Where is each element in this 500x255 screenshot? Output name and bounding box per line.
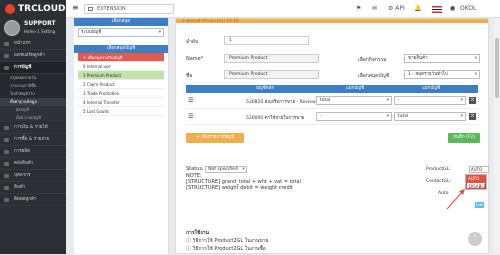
- alert-icon[interactable]: ⚑: [356, 4, 361, 14]
- notes-header: การใช้งาน: [186, 230, 210, 236]
- profile-links[interactable]: Home 1 Setting: [24, 29, 66, 34]
- sidebar-item-hr[interactable]: บุคลากร: [0, 170, 66, 182]
- app-logo[interactable]: TRCLOUD: [0, 0, 66, 18]
- thai-flag-icon[interactable]: [432, 6, 442, 13]
- logo-text: TRCLOUD: [18, 4, 66, 14]
- page-scrollbar[interactable]: [494, 18, 500, 254]
- sidebar-item-label: สินค้า: [14, 185, 26, 190]
- sidebar-subitem-active[interactable]: ตั้งค่าฐานข้อมูล: [0, 98, 66, 106]
- scroll-top-button[interactable]: ⌃: [468, 232, 482, 246]
- extension-label: EXTENSION: [97, 6, 126, 12]
- annotation-arrow-icon: [446, 189, 465, 210]
- sidebar-nav: หน้าแรก แดชบอร์ดลูกค้า การบัญชี สรุปยอดร…: [0, 38, 66, 206]
- scrollbar-thumb[interactable]: [495, 38, 499, 98]
- sidebar-item-purchase[interactable]: การซื้อ & รายจ่าย: [0, 134, 66, 146]
- user-avatar-icon[interactable]: ●: [450, 4, 455, 14]
- inventory-icon: [4, 162, 9, 166]
- api-label: API: [395, 5, 405, 12]
- journal-item[interactable]: 0 Internal use: [78, 62, 164, 71]
- accounting-icon: [4, 66, 9, 70]
- panel-header: เลือกสมุด: [74, 18, 168, 26]
- sidebar-item-home[interactable]: หน้าแรก: [0, 38, 66, 50]
- api-button[interactable]: ⚙ API: [388, 4, 405, 14]
- sidebar-item-label: หน้าแรก: [14, 41, 31, 46]
- sidebar-item-accounting[interactable]: การบัญชี: [0, 62, 66, 74]
- sidebar-item-label: การซื้อ & รายจ่าย: [14, 137, 50, 142]
- hr-icon: [4, 174, 9, 178]
- contacts-icon: [4, 198, 9, 202]
- panel-header: เลือกสมุดบัญชี: [74, 45, 168, 53]
- avatar[interactable]: [4, 20, 20, 36]
- sidebar-item-production[interactable]: การผลิต: [0, 146, 66, 158]
- sidebar-item-label: บุคลากร: [14, 173, 31, 178]
- notes-link[interactable]: ⓘ วิธีการใช้ Product2GL ในงานซื้อ: [186, 245, 269, 253]
- finance-icon: [4, 126, 9, 130]
- sidebar: SUPPORT Home 1 Setting หน้าแรก แดชบอร์ดล…: [0, 18, 66, 254]
- sidebar-item-products[interactable]: สินค้า: [0, 182, 66, 194]
- sidebar-subitem[interactable]: สรุปยอดรายวัน: [0, 74, 66, 82]
- sidebar-subsubitem[interactable]: ผังบัญชี: [0, 106, 66, 114]
- purchase-icon: [4, 138, 9, 142]
- notes-link[interactable]: ⓘ วิธีการใช้ Product2GL ในงานขาย: [186, 237, 269, 245]
- sidebar-item-label: การบัญชี: [14, 65, 32, 70]
- sidebar-item-contacts[interactable]: ติดต่อลูกค้า: [0, 194, 66, 206]
- journal-item-selected[interactable]: 1 Premium Product: [78, 71, 164, 80]
- journal-item[interactable]: 2 Claim Product: [78, 80, 164, 89]
- home-icon: [4, 42, 9, 46]
- journal-form: ลำดับบัญชี (ProductGL) 16:45: ลำดับ 1 Na…: [175, 18, 489, 254]
- products-icon: [4, 186, 9, 190]
- sidebar-item-label: ติดต่อลูกค้า: [14, 197, 37, 202]
- add-journal-button[interactable]: + เพิ่มสมุดรายวันบัญชี: [78, 53, 164, 62]
- sidebar-item-dashboard[interactable]: แดชบอร์ดลูกค้า: [0, 50, 66, 62]
- edit-button[interactable]: Edit: [475, 202, 484, 208]
- dashboard-icon: [4, 54, 9, 58]
- journal-item[interactable]: 5 Lost Goods: [78, 107, 164, 116]
- logo-icon: [5, 4, 15, 14]
- sidebar-subitem[interactable]: ใบสำคัญทั่วไป: [0, 90, 66, 98]
- profile-block: SUPPORT Home 1 Setting: [0, 18, 66, 38]
- sidebar-item-finance[interactable]: การเงิน & รายได้: [0, 122, 66, 134]
- usage-notes: การใช้งาน ⓘ วิธีการใช้ Product2GL ในงานข…: [186, 229, 269, 253]
- extension-button[interactable]: EXTENSION: [84, 4, 174, 14]
- user-name[interactable]: OKOL: [460, 4, 476, 14]
- sidebar-item-label: การเงิน & รายได้: [14, 125, 48, 130]
- mail-icon[interactable]: ✉: [372, 4, 377, 14]
- sidebar-item-label: คลังสินค้า: [14, 161, 34, 166]
- journal-item[interactable]: 4 Internal Transfer: [78, 98, 164, 107]
- extension-icon: [88, 7, 93, 11]
- journal-panel: เลือกสมุด ระบบบัญชี เลือกสมุดบัญชี + เพิ…: [74, 18, 169, 254]
- sidebar-item-label: การผลิต: [14, 149, 30, 154]
- production-icon: [4, 150, 9, 154]
- hamburger-menu-icon[interactable]: ≡: [72, 4, 79, 12]
- sidebar-subsubitem[interactable]: ตั้งค่างวดบัญชี: [0, 114, 66, 122]
- sidebar-item-label: แดชบอร์ดลูกค้า: [14, 53, 45, 58]
- sidebar-item-inventory[interactable]: คลังสินค้า: [0, 158, 66, 170]
- book-select[interactable]: ระบบบัญชี: [78, 28, 164, 37]
- top-bar: TRCLOUD ≡ EXTENSION ⚑ ✉ ⚙ API 🔔 ● OKOL: [0, 0, 500, 18]
- journal-item[interactable]: 3 Trade Promotion: [78, 89, 164, 98]
- sidebar-subitem[interactable]: รายงานภาษีซื้อ: [0, 82, 66, 90]
- notification-icon[interactable]: 🔔: [414, 4, 421, 14]
- company-name: SUPPORT: [24, 20, 56, 27]
